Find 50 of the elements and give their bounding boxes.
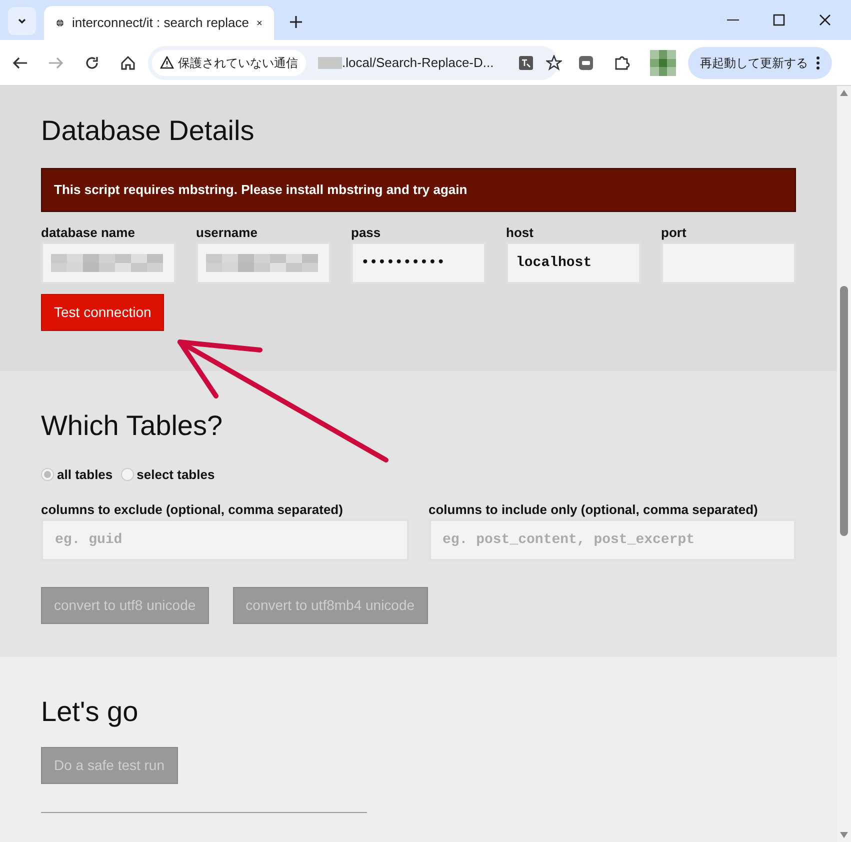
field-label: port <box>661 224 688 241</box>
scroll-down-icon[interactable] <box>840 832 848 838</box>
input-field[interactable]: eg. post_content, post_excerpt <box>428 518 796 560</box>
field-label: pass <box>351 224 382 241</box>
chat-extension-icon[interactable] <box>578 54 594 70</box>
home-icon[interactable] <box>120 54 136 70</box>
pixelated-text-icon <box>51 254 163 272</box>
star-icon[interactable] <box>546 54 562 70</box>
radio-option[interactable]: select tables <box>120 465 215 484</box>
radio-option[interactable]: all tables <box>41 465 113 484</box>
field-label: columns to exclude (optional, comma separated) <box>41 500 344 518</box>
error-banner: This script requires mbstring. Please install mbstring and try again <box>41 168 796 212</box>
scrollbar[interactable] <box>837 86 851 842</box>
blurred-host-block <box>318 56 342 68</box>
radio-button[interactable] <box>120 468 134 482</box>
field-value: localhost <box>516 254 592 272</box>
plus-icon[interactable] <box>290 16 302 28</box>
input-field[interactable]: •••••••••• <box>351 242 486 284</box>
browser-tab[interactable]: interconnect/it : search replace <box>44 6 274 40</box>
puzzle-icon[interactable] <box>614 54 630 70</box>
restart-update-button[interactable]: 再起動して更新する <box>688 46 832 78</box>
pixelated-text-icon <box>206 254 318 272</box>
action-button[interactable]: Test connection <box>41 294 164 331</box>
radio-button[interactable] <box>41 468 54 482</box>
back-arrow-icon[interactable] <box>12 54 28 70</box>
section-heading: Let's go <box>41 695 140 729</box>
close-icon[interactable] <box>257 18 262 28</box>
more-vertical-icon <box>816 56 820 70</box>
field-label: database name <box>41 224 136 241</box>
field-label: username <box>196 224 258 241</box>
security-chip[interactable]: 保護されていない通信 <box>152 50 306 76</box>
url-text: .local/Search-Replace-D... <box>342 54 494 72</box>
input-field[interactable] <box>196 242 331 284</box>
field-label: host <box>506 224 534 241</box>
scrollbar-thumb[interactable] <box>840 286 848 536</box>
tab-title: interconnect/it : search replace <box>72 14 250 32</box>
close-icon[interactable] <box>819 14 831 26</box>
maximize-icon[interactable] <box>773 14 785 26</box>
input-field[interactable]: localhost <box>506 242 641 284</box>
reload-icon[interactable] <box>84 54 100 70</box>
field-label: columns to include only (optional, comma separated) <box>428 500 759 518</box>
input-field[interactable]: eg. guid <box>41 518 408 560</box>
section-heading: Which Tables? <box>41 409 224 443</box>
pixelated-avatar-icon[interactable] <box>650 50 676 76</box>
field-value: •••••••••• <box>361 254 446 272</box>
scroll-up-icon[interactable] <box>840 90 848 96</box>
translate-icon[interactable] <box>518 54 534 70</box>
input-field[interactable] <box>41 242 176 284</box>
warning-icon <box>160 56 174 69</box>
section-heading: Database Details <box>41 114 256 148</box>
